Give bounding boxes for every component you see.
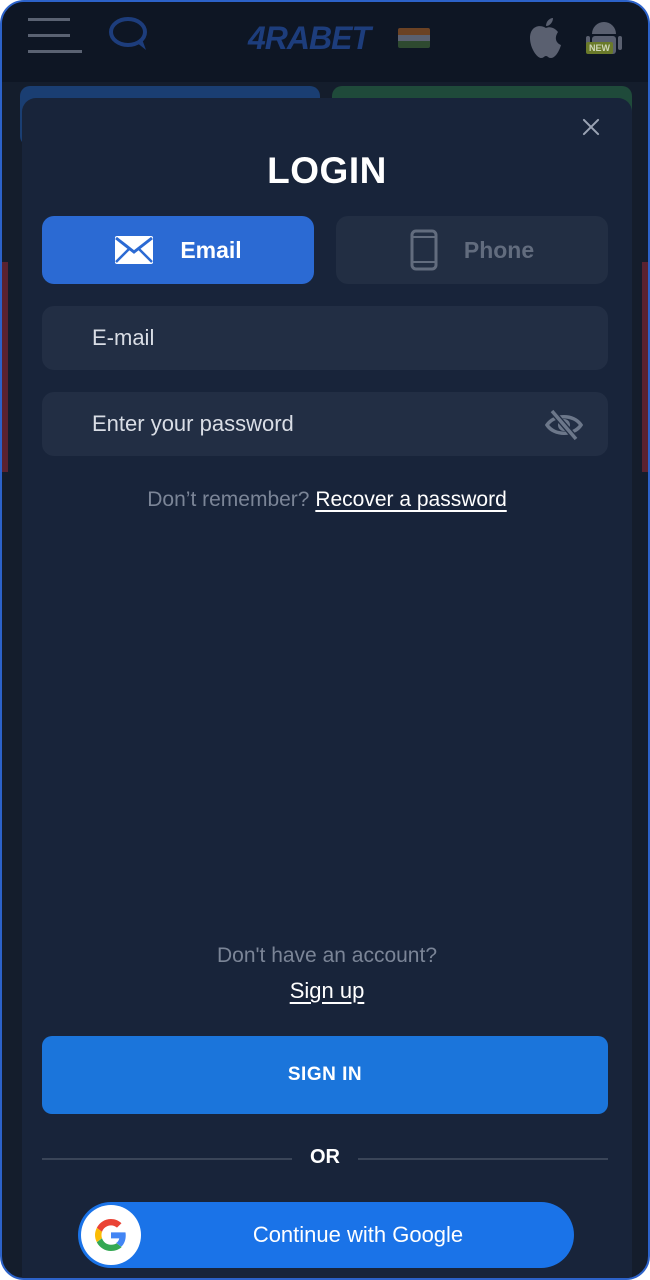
google-g-icon — [95, 1219, 126, 1251]
tab-email[interactable]: Email — [42, 216, 314, 284]
divider-line — [358, 1158, 608, 1160]
password-input[interactable] — [42, 392, 608, 456]
chat-icon[interactable] — [106, 14, 154, 54]
tab-phone[interactable]: Phone — [336, 216, 608, 284]
flag-icon[interactable] — [398, 28, 430, 48]
background-edge — [642, 262, 648, 472]
login-modal: LOGIN Email Phone E-mail Don’t remember?… — [22, 98, 632, 1278]
google-logo-container — [81, 1205, 141, 1265]
no-account-text: Don't have an account? — [217, 944, 437, 967]
google-button-label: Continue with Google — [252, 1222, 464, 1247]
signup-row: Sign up — [22, 978, 632, 1004]
new-badge: NEW — [586, 42, 613, 54]
app-header: 4RABET NEW — [2, 2, 648, 82]
apple-icon[interactable] — [526, 16, 566, 60]
brand-logo[interactable]: 4RABET — [248, 20, 371, 57]
phone-icon — [410, 229, 438, 271]
signup-link[interactable]: Sign up — [290, 978, 365, 1003]
recover-prompt: Don’t remember? — [147, 488, 310, 511]
eye-slash-icon[interactable] — [544, 408, 584, 442]
hamburger-menu-icon[interactable] — [28, 18, 82, 54]
google-sign-in-button[interactable]: Continue with Google — [78, 1202, 574, 1268]
tab-email-label: Email — [180, 236, 242, 263]
close-icon[interactable] — [580, 116, 602, 138]
phone-frame: 4RABET NEW LOGIN Email Phone E-mail Don’… — [0, 0, 650, 1280]
modal-title: LOGIN — [267, 150, 387, 191]
email-input[interactable] — [42, 306, 608, 370]
envelope-icon — [115, 236, 154, 264]
or-divider: OR — [42, 1144, 608, 1174]
recover-row: Don’t remember? Recover a password — [22, 488, 632, 512]
sign-in-button[interactable]: SIGN IN — [42, 1036, 608, 1114]
recover-password-link[interactable]: Recover a password — [315, 488, 506, 511]
email-field-container — [42, 306, 608, 370]
password-field-container — [42, 392, 608, 456]
background-edge — [2, 262, 8, 472]
tab-phone-label: Phone — [463, 236, 535, 263]
